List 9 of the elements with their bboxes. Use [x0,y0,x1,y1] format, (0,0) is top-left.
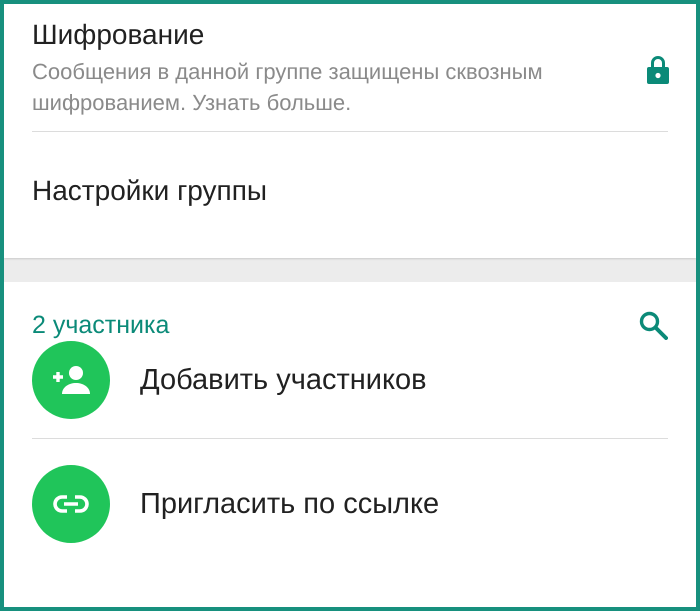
add-person-icon [51,365,91,395]
action-label[interactable]: Пригласить по ссылке [140,488,440,520]
encryption-title: Шифрование [32,18,206,52]
link-icon [53,494,89,514]
participants-count: 2 участника [32,310,170,340]
lock-icon [646,55,670,85]
group-settings-item[interactable]: Настройки группы [4,132,696,207]
search-icon[interactable] [638,310,668,340]
action-label[interactable]: Добавить участников [140,364,427,396]
